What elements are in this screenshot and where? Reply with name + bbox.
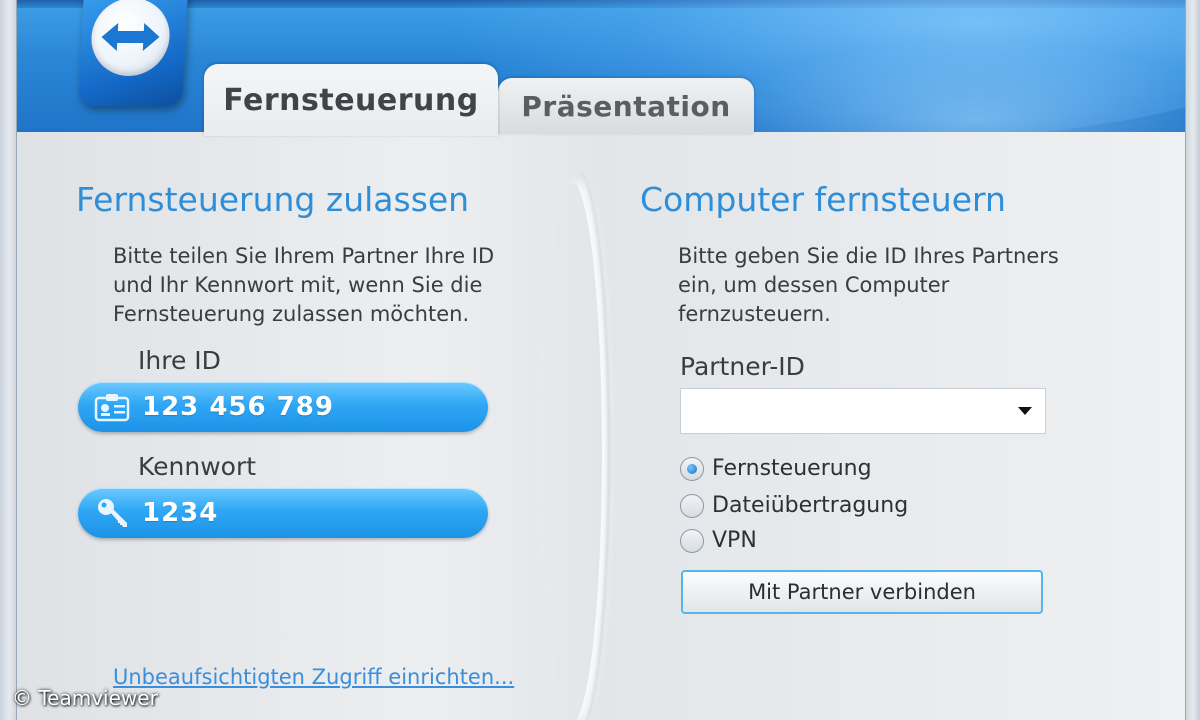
key-icon [90,491,134,535]
radio-label: VPN [712,528,757,553]
section-divider-glow [542,182,602,720]
radio-vpn[interactable]: VPN [680,528,757,553]
allow-desc-line: Fernsteuerung zulassen möchten. [113,302,470,326]
your-id-value[interactable]: 123 456 789 [142,392,334,422]
window-frame-right [1185,0,1200,720]
double-arrow-icon [101,23,160,51]
window-frame-left [0,0,17,720]
radio-button[interactable] [680,528,704,553]
allow-desc-line: Bitte teilen Sie Ihrem Partner Ihre ID [113,244,495,268]
radio-fernsteuerung[interactable]: Fernsteuerung [680,456,872,481]
your-id-label: Ihre ID [138,346,221,375]
chevron-down-icon[interactable] [1013,401,1037,421]
allow-control-title: Fernsteuerung zulassen [76,180,470,219]
id-card-icon [90,385,134,429]
control-desc-line: Bitte geben Sie die ID Ihres Partners [678,244,1059,268]
radio-button[interactable] [680,493,704,518]
control-computer-title: Computer fernsteuern [640,180,1006,219]
connect-partner-button[interactable]: Mit Partner verbinden [681,570,1043,614]
password-field[interactable]: 1234 [78,488,488,538]
radio-button-selected[interactable] [680,456,704,481]
allow-control-description: Bitte teilen Sie Ihrem Partner Ihre ID u… [113,242,494,329]
logo-circle [89,0,172,76]
teamviewer-window: Fernsteuerung Präsentation Fernsteuerung… [0,0,1200,720]
partner-id-combobox[interactable] [680,388,1046,434]
your-id-field[interactable]: 123 456 789 [78,382,488,432]
radio-dot [687,463,697,474]
control-computer-description: Bitte geben Sie die ID Ihres Partners ei… [678,242,1059,329]
partner-id-label: Partner-ID [680,352,805,381]
unattended-access-link[interactable]: Unbeaufsichtigten Zugriff einrichten... [113,665,514,689]
radio-dateiuebertragung[interactable]: Dateiübertragung [680,493,908,518]
control-desc-line: fernzusteuern. [678,302,831,326]
password-label: Kennwort [138,452,257,481]
copyright-watermark: © Teamviewer [12,686,158,710]
allow-desc-line: und Ihr Kennwort mit, wenn Sie die [113,273,483,297]
tab-praesentation[interactable]: Präsentation [498,78,754,134]
password-value[interactable]: 1234 [142,498,218,528]
radio-label: Fernsteuerung [712,456,872,481]
control-desc-line: ein, um dessen Computer [678,273,950,297]
teamviewer-logo-icon [77,0,189,106]
tab-fernsteuerung[interactable]: Fernsteuerung [204,64,498,136]
radio-label: Dateiübertragung [712,493,909,518]
partner-id-input[interactable] [681,389,1017,431]
